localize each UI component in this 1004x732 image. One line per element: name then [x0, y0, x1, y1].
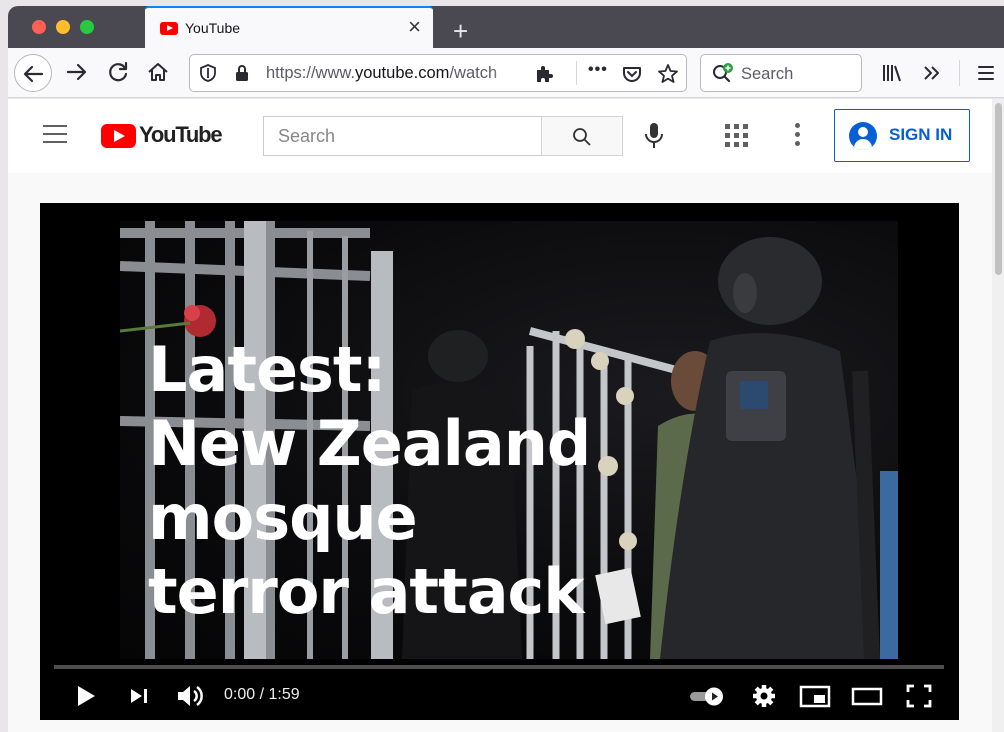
forward-arrow-icon [66, 63, 87, 81]
shield-icon[interactable] [198, 63, 218, 83]
autoplay-toggle-icon[interactable] [686, 679, 728, 713]
pocket-icon[interactable] [620, 62, 644, 86]
next-video-icon[interactable] [126, 679, 152, 713]
fullscreen-icon[interactable] [902, 679, 936, 713]
youtube-logo-text: YouTube [139, 122, 223, 147]
theater-mode-icon[interactable] [850, 679, 884, 713]
page-viewport: YouTube Search SIGN IN Latest: New Zeala… [8, 99, 1004, 732]
navigation-toolbar: https://www.youtube.com/watch ••• Search [8, 48, 1004, 98]
extension-puzzle-icon[interactable] [532, 62, 556, 86]
page-actions-menu-button[interactable]: ••• [588, 61, 608, 79]
back-button[interactable] [14, 54, 52, 92]
account-icon [849, 122, 877, 150]
url-text[interactable]: https://www.youtube.com/watch [266, 64, 526, 83]
app-menu-icon[interactable] [974, 61, 998, 85]
minimize-window-button[interactable] [56, 20, 70, 34]
urlbar-separator [576, 61, 577, 85]
play-icon[interactable] [74, 679, 98, 713]
video-progress-bar[interactable] [54, 665, 944, 669]
microphone-icon[interactable] [642, 121, 666, 151]
youtube-favicon-icon [160, 22, 178, 35]
sign-in-label: SIGN IN [889, 125, 953, 144]
youtube-search-button[interactable] [541, 116, 623, 156]
url-fade [490, 59, 530, 87]
overflow-chevrons-icon[interactable] [920, 61, 944, 85]
time-display: 0:00 / 1:59 [224, 686, 300, 703]
search-icon [573, 128, 591, 146]
headline-line: terror attack [148, 555, 585, 628]
lock-icon[interactable] [232, 63, 252, 83]
page-scrollbar[interactable] [992, 99, 1004, 732]
tab-youtube[interactable]: YouTube × [145, 6, 433, 48]
guide-menu-icon[interactable] [43, 125, 67, 143]
apps-grid-icon[interactable] [725, 124, 749, 148]
bookmark-star-icon[interactable] [656, 62, 680, 86]
headline-line: mosque [148, 481, 418, 554]
sign-in-button[interactable]: SIGN IN [834, 109, 970, 162]
tab-title: YouTube [185, 20, 241, 36]
search-engine-icon [713, 63, 733, 83]
miniplayer-icon[interactable] [798, 679, 832, 713]
youtube-search-placeholder: Search [278, 126, 336, 146]
toolbar-separator [959, 60, 960, 86]
youtube-play-logo-icon [101, 124, 136, 148]
browser-search-bar[interactable]: Search [700, 54, 862, 92]
reload-icon [109, 61, 128, 82]
new-tab-button[interactable]: + [453, 16, 468, 46]
video-frame[interactable]: Latest: New Zealand mosque terror attack [120, 221, 898, 659]
browser-window: + YouTube × https://www.youtube.com/watc… [0, 0, 1004, 732]
headline-line: Latest: [148, 333, 386, 406]
zoom-window-button[interactable] [80, 20, 94, 34]
settings-more-icon[interactable] [793, 123, 801, 149]
home-button[interactable] [142, 56, 174, 88]
reload-button[interactable] [102, 56, 134, 88]
scrollbar-thumb[interactable] [995, 103, 1002, 275]
close-window-button[interactable] [32, 20, 46, 34]
volume-icon[interactable] [174, 679, 206, 713]
player-controls: 0:00 / 1:59 [40, 673, 959, 720]
home-icon [148, 63, 168, 81]
forward-button[interactable] [60, 56, 92, 88]
browser-search-placeholder: Search [741, 65, 794, 83]
video-player[interactable]: Latest: New Zealand mosque terror attack [40, 203, 959, 720]
youtube-header: YouTube Search SIGN IN [8, 99, 992, 173]
tab-close-button[interactable]: × [408, 14, 421, 40]
settings-gear-icon[interactable] [750, 679, 778, 713]
library-icon[interactable] [880, 61, 904, 85]
video-headline-overlay: Latest: New Zealand mosque terror attack [148, 333, 591, 629]
url-bar[interactable]: https://www.youtube.com/watch ••• [189, 54, 687, 92]
headline-line: New Zealand [148, 407, 591, 480]
back-arrow-icon [23, 65, 44, 83]
youtube-search-input[interactable]: Search [263, 116, 542, 156]
